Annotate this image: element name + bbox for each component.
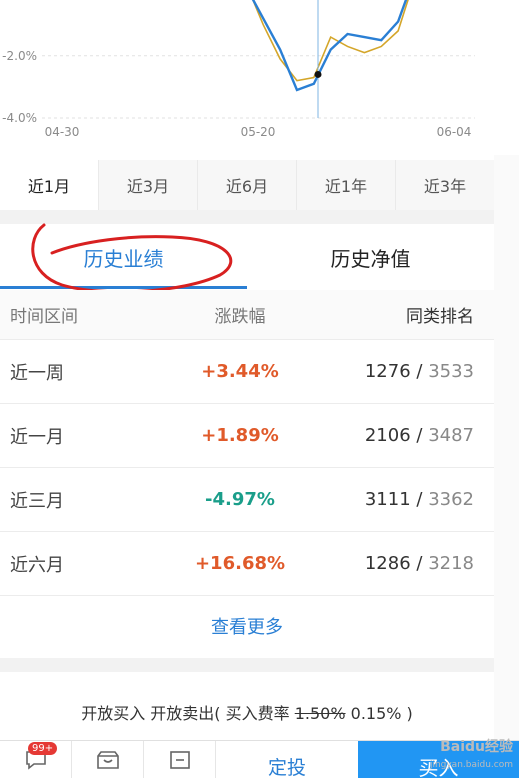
- unread-badge: 99+: [28, 742, 58, 755]
- rank-value: 1276: [364, 361, 411, 382]
- header-rank: 同类排名: [406, 307, 474, 327]
- table-header: 时间区间 涨跌幅 同类排名: [0, 290, 494, 340]
- baidu-watermark: Baidu经验: [440, 739, 513, 755]
- row-period: 近三月: [10, 490, 64, 512]
- tab-6-months[interactable]: 近6月: [197, 160, 296, 210]
- row-rank: 1286 / 3218: [364, 553, 474, 574]
- row-period: 近一周: [10, 362, 64, 384]
- old-fee-rate: 1.50%: [294, 704, 346, 723]
- x-tick-label: 06-04: [437, 125, 472, 139]
- period-tabs: 近1月 近3月 近6月 近1年 近3年: [0, 160, 494, 210]
- row-rank: 1276 / 3533: [364, 361, 474, 382]
- row-change: +1.89%: [201, 425, 279, 446]
- table-row: 近一周 +3.44% 1276 / 3533: [0, 340, 494, 404]
- chart-canvas: 0.0% -2.0% -4.0% 04-30 05-20 06-04: [2, 0, 475, 139]
- x-tick-label: 04-30: [45, 125, 80, 139]
- series-line: [251, 0, 408, 92]
- y-tick-label: -4.0%: [2, 111, 37, 125]
- shop-icon: [96, 751, 119, 769]
- watermark-url: jingyan.baidu.com: [429, 760, 513, 770]
- fund-detail-page: 0.0% -2.0% -4.0% 04-30 05-20 06-04 近1月 近3月 近6…: [0, 0, 519, 778]
- tab-1-year[interactable]: 近1年: [296, 160, 395, 210]
- table-row: 近六月 +16.68% 1286 / 3218: [0, 532, 494, 596]
- header-period: 时间区间: [10, 307, 78, 327]
- view-more-link[interactable]: 查看更多: [0, 596, 494, 656]
- y-tick-label: 0.0%: [7, 0, 38, 1]
- compare-button[interactable]: [144, 741, 216, 778]
- x-tick-label: 05-20: [241, 125, 276, 139]
- performance-chart: 0.0% -2.0% -4.0% 04-30 05-20 06-04: [0, 0, 519, 155]
- header-change: 涨跌幅: [214, 307, 266, 327]
- rank-value: 2106: [364, 425, 411, 446]
- row-change: +16.68%: [194, 553, 286, 574]
- red-circle-annotation: [31, 223, 233, 294]
- table-row: 近一月 +1.89% 2106 / 3487: [0, 404, 494, 468]
- tab-1-month[interactable]: 近1月: [0, 160, 98, 210]
- table-row: 近三月 -4.97% 3111 / 3362: [0, 468, 494, 532]
- shop-button[interactable]: [72, 741, 144, 778]
- performance-table: 时间区间 涨跌幅 同类排名 近一周 +3.44% 1276 / 3533 近一月…: [0, 290, 494, 656]
- trade-status: 开放买入 开放卖出( 买入费率 1.50% 0.15% ): [0, 700, 494, 724]
- row-rank: 2106 / 3487: [364, 425, 474, 446]
- rank-total: 3362: [428, 489, 474, 510]
- row-rank: 3111 / 3362: [364, 489, 474, 510]
- auto-invest-button[interactable]: 定投: [216, 741, 358, 778]
- message-button[interactable]: 99+: [0, 741, 72, 778]
- row-change: +3.44%: [201, 361, 279, 382]
- series-line: [252, 0, 409, 82]
- y-tick-label: -2.0%: [2, 49, 37, 63]
- row-period: 近一月: [10, 426, 64, 448]
- rank-total: 3487: [428, 425, 474, 446]
- section-divider: [0, 658, 494, 672]
- tab-3-years[interactable]: 近3年: [395, 160, 494, 210]
- rank-value: 1286: [364, 553, 411, 574]
- row-change: -4.97%: [205, 489, 275, 510]
- tab-history-nav[interactable]: 历史净值: [247, 224, 494, 290]
- rank-total: 3218: [428, 553, 474, 574]
- crosshair-point: [314, 70, 322, 78]
- rank-value: 3111: [364, 489, 411, 510]
- box-icon: [169, 751, 190, 769]
- rank-total: 3533: [428, 361, 474, 382]
- status-text: 开放买入 开放卖出( 买入费率: [81, 704, 290, 723]
- new-fee-rate: 0.15% ): [350, 704, 413, 723]
- tab-3-months[interactable]: 近3月: [98, 160, 197, 210]
- row-period: 近六月: [10, 554, 64, 576]
